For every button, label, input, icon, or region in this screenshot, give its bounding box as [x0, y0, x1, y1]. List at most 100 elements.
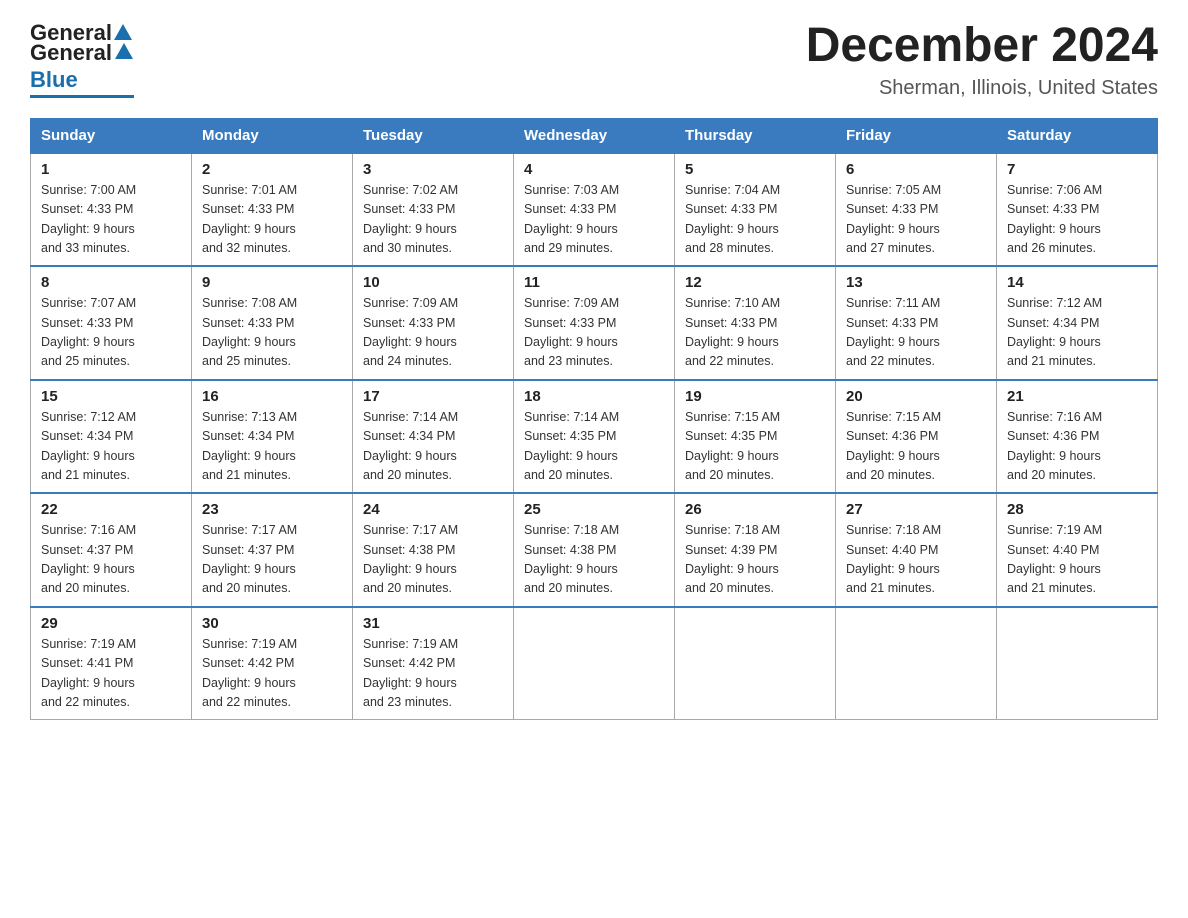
page-subtitle: Sherman, Illinois, United States	[806, 77, 1158, 100]
day-info: Sunrise: 7:19 AM Sunset: 4:42 PM Dayligh…	[202, 635, 342, 713]
table-row	[675, 607, 836, 720]
day-info: Sunrise: 7:11 AM Sunset: 4:33 PM Dayligh…	[846, 294, 986, 372]
day-number: 20	[846, 388, 986, 405]
table-row: 15 Sunrise: 7:12 AM Sunset: 4:34 PM Dayl…	[31, 380, 192, 494]
day-number: 10	[363, 274, 503, 291]
col-tuesday: Tuesday	[353, 118, 514, 153]
day-number: 6	[846, 161, 986, 178]
calendar-table: Sunday Monday Tuesday Wednesday Thursday…	[30, 118, 1158, 721]
day-number: 2	[202, 161, 342, 178]
table-row: 31 Sunrise: 7:19 AM Sunset: 4:42 PM Dayl…	[353, 607, 514, 720]
table-row: 19 Sunrise: 7:15 AM Sunset: 4:35 PM Dayl…	[675, 380, 836, 494]
day-info: Sunrise: 7:17 AM Sunset: 4:38 PM Dayligh…	[363, 521, 503, 599]
table-row: 29 Sunrise: 7:19 AM Sunset: 4:41 PM Dayl…	[31, 607, 192, 720]
day-info: Sunrise: 7:03 AM Sunset: 4:33 PM Dayligh…	[524, 181, 664, 259]
day-number: 16	[202, 388, 342, 405]
table-row: 21 Sunrise: 7:16 AM Sunset: 4:36 PM Dayl…	[997, 380, 1158, 494]
table-row: 22 Sunrise: 7:16 AM Sunset: 4:37 PM Dayl…	[31, 493, 192, 607]
page-title: December 2024	[806, 20, 1158, 73]
day-info: Sunrise: 7:00 AM Sunset: 4:33 PM Dayligh…	[41, 181, 181, 259]
table-row: 8 Sunrise: 7:07 AM Sunset: 4:33 PM Dayli…	[31, 266, 192, 380]
day-info: Sunrise: 7:15 AM Sunset: 4:36 PM Dayligh…	[846, 408, 986, 486]
table-row: 6 Sunrise: 7:05 AM Sunset: 4:33 PM Dayli…	[836, 153, 997, 267]
day-info: Sunrise: 7:12 AM Sunset: 4:34 PM Dayligh…	[1007, 294, 1147, 372]
day-number: 7	[1007, 161, 1147, 178]
day-number: 22	[41, 501, 181, 518]
day-info: Sunrise: 7:13 AM Sunset: 4:34 PM Dayligh…	[202, 408, 342, 486]
day-info: Sunrise: 7:12 AM Sunset: 4:34 PM Dayligh…	[41, 408, 181, 486]
day-number: 15	[41, 388, 181, 405]
day-info: Sunrise: 7:16 AM Sunset: 4:36 PM Dayligh…	[1007, 408, 1147, 486]
day-info: Sunrise: 7:19 AM Sunset: 4:42 PM Dayligh…	[363, 635, 503, 713]
table-row: 17 Sunrise: 7:14 AM Sunset: 4:34 PM Dayl…	[353, 380, 514, 494]
table-row: 1 Sunrise: 7:00 AM Sunset: 4:33 PM Dayli…	[31, 153, 192, 267]
day-number: 31	[363, 615, 503, 632]
day-number: 12	[685, 274, 825, 291]
day-info: Sunrise: 7:09 AM Sunset: 4:33 PM Dayligh…	[363, 294, 503, 372]
day-number: 24	[363, 501, 503, 518]
day-number: 3	[363, 161, 503, 178]
day-number: 21	[1007, 388, 1147, 405]
day-info: Sunrise: 7:17 AM Sunset: 4:37 PM Dayligh…	[202, 521, 342, 599]
title-block: December 2024 Sherman, Illinois, United …	[806, 20, 1158, 100]
table-row: 9 Sunrise: 7:08 AM Sunset: 4:33 PM Dayli…	[192, 266, 353, 380]
table-row: 11 Sunrise: 7:09 AM Sunset: 4:33 PM Dayl…	[514, 266, 675, 380]
col-saturday: Saturday	[997, 118, 1158, 153]
table-row: 13 Sunrise: 7:11 AM Sunset: 4:33 PM Dayl…	[836, 266, 997, 380]
table-row: 14 Sunrise: 7:12 AM Sunset: 4:34 PM Dayl…	[997, 266, 1158, 380]
col-sunday: Sunday	[31, 118, 192, 153]
day-number: 26	[685, 501, 825, 518]
logo-triangle-icon2	[114, 42, 134, 62]
calendar-week-row: 1 Sunrise: 7:00 AM Sunset: 4:33 PM Dayli…	[31, 153, 1158, 267]
col-wednesday: Wednesday	[514, 118, 675, 153]
day-info: Sunrise: 7:10 AM Sunset: 4:33 PM Dayligh…	[685, 294, 825, 372]
day-info: Sunrise: 7:08 AM Sunset: 4:33 PM Dayligh…	[202, 294, 342, 372]
calendar-week-row: 15 Sunrise: 7:12 AM Sunset: 4:34 PM Dayl…	[31, 380, 1158, 494]
day-info: Sunrise: 7:04 AM Sunset: 4:33 PM Dayligh…	[685, 181, 825, 259]
day-number: 9	[202, 274, 342, 291]
day-info: Sunrise: 7:18 AM Sunset: 4:38 PM Dayligh…	[524, 521, 664, 599]
table-row: 26 Sunrise: 7:18 AM Sunset: 4:39 PM Dayl…	[675, 493, 836, 607]
day-info: Sunrise: 7:19 AM Sunset: 4:40 PM Dayligh…	[1007, 521, 1147, 599]
day-number: 1	[41, 161, 181, 178]
day-number: 18	[524, 388, 664, 405]
day-number: 5	[685, 161, 825, 178]
day-info: Sunrise: 7:14 AM Sunset: 4:35 PM Dayligh…	[524, 408, 664, 486]
day-number: 28	[1007, 501, 1147, 518]
table-row: 23 Sunrise: 7:17 AM Sunset: 4:37 PM Dayl…	[192, 493, 353, 607]
day-number: 17	[363, 388, 503, 405]
day-number: 11	[524, 274, 664, 291]
day-number: 8	[41, 274, 181, 291]
day-info: Sunrise: 7:19 AM Sunset: 4:41 PM Dayligh…	[41, 635, 181, 713]
table-row: 4 Sunrise: 7:03 AM Sunset: 4:33 PM Dayli…	[514, 153, 675, 267]
day-number: 25	[524, 501, 664, 518]
day-number: 29	[41, 615, 181, 632]
table-row: 28 Sunrise: 7:19 AM Sunset: 4:40 PM Dayl…	[997, 493, 1158, 607]
calendar-week-row: 8 Sunrise: 7:07 AM Sunset: 4:33 PM Dayli…	[31, 266, 1158, 380]
table-row	[514, 607, 675, 720]
day-number: 27	[846, 501, 986, 518]
day-info: Sunrise: 7:09 AM Sunset: 4:33 PM Dayligh…	[524, 294, 664, 372]
calendar-week-row: 22 Sunrise: 7:16 AM Sunset: 4:37 PM Dayl…	[31, 493, 1158, 607]
table-row: 7 Sunrise: 7:06 AM Sunset: 4:33 PM Dayli…	[997, 153, 1158, 267]
table-row: 27 Sunrise: 7:18 AM Sunset: 4:40 PM Dayl…	[836, 493, 997, 607]
day-number: 19	[685, 388, 825, 405]
table-row: 3 Sunrise: 7:02 AM Sunset: 4:33 PM Dayli…	[353, 153, 514, 267]
day-info: Sunrise: 7:07 AM Sunset: 4:33 PM Dayligh…	[41, 294, 181, 372]
day-info: Sunrise: 7:01 AM Sunset: 4:33 PM Dayligh…	[202, 181, 342, 259]
table-row: 12 Sunrise: 7:10 AM Sunset: 4:33 PM Dayl…	[675, 266, 836, 380]
col-monday: Monday	[192, 118, 353, 153]
day-info: Sunrise: 7:02 AM Sunset: 4:33 PM Dayligh…	[363, 181, 503, 259]
logo-underline	[30, 95, 134, 98]
calendar-header-row: Sunday Monday Tuesday Wednesday Thursday…	[31, 118, 1158, 153]
day-number: 13	[846, 274, 986, 291]
table-row: 18 Sunrise: 7:14 AM Sunset: 4:35 PM Dayl…	[514, 380, 675, 494]
day-number: 4	[524, 161, 664, 178]
table-row: 20 Sunrise: 7:15 AM Sunset: 4:36 PM Dayl…	[836, 380, 997, 494]
day-info: Sunrise: 7:14 AM Sunset: 4:34 PM Dayligh…	[363, 408, 503, 486]
col-thursday: Thursday	[675, 118, 836, 153]
day-number: 14	[1007, 274, 1147, 291]
table-row: 25 Sunrise: 7:18 AM Sunset: 4:38 PM Dayl…	[514, 493, 675, 607]
day-info: Sunrise: 7:05 AM Sunset: 4:33 PM Dayligh…	[846, 181, 986, 259]
logo: General General Blue	[30, 20, 134, 98]
